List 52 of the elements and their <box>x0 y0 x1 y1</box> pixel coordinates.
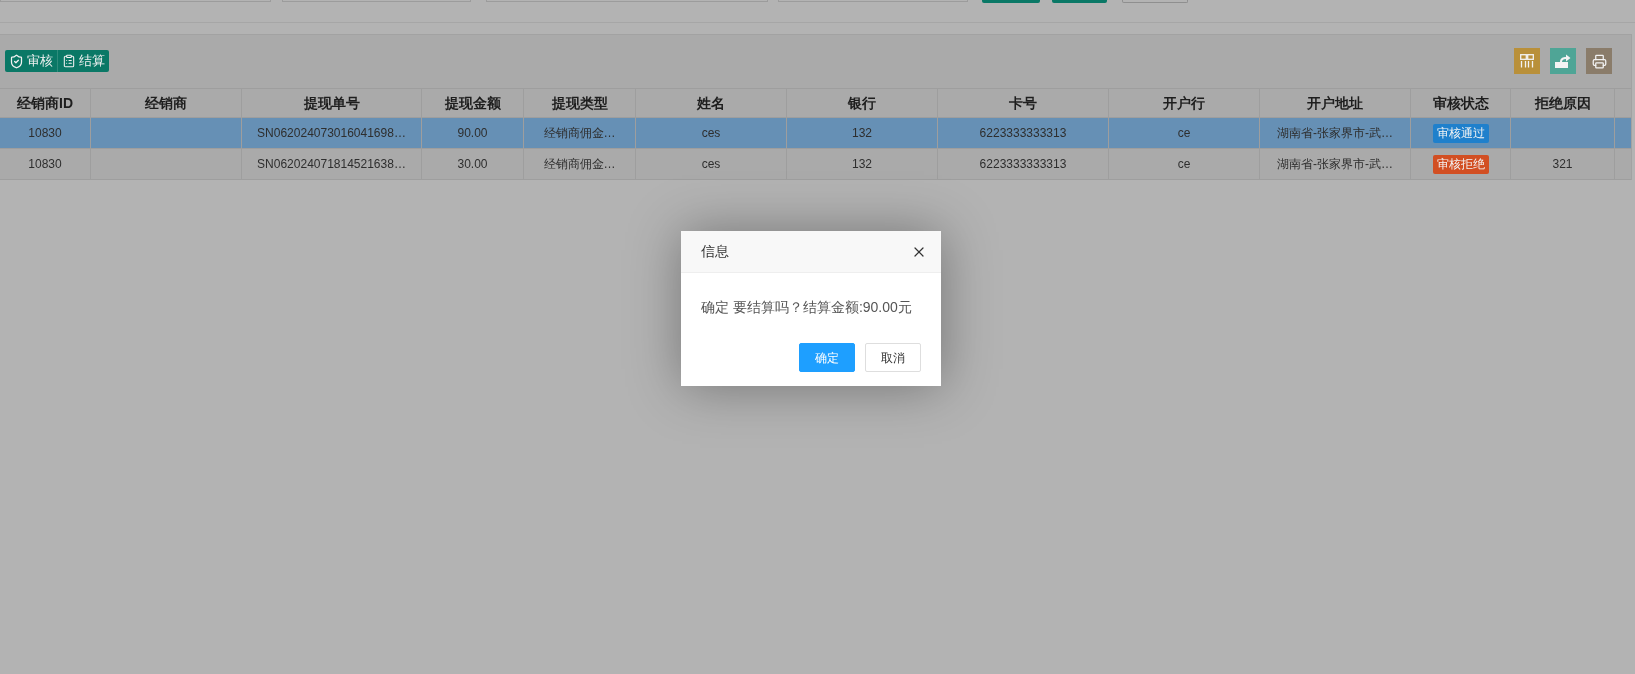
column-header: 开户行 <box>1109 89 1260 117</box>
form-button[interactable] <box>1122 0 1188 3</box>
status-badge: 审核拒绝 <box>1432 154 1489 174</box>
table-cell: 30.00 <box>422 149 524 179</box>
column-header: 提现金额 <box>422 89 524 117</box>
table-cell: 经销商佣金… <box>524 149 636 179</box>
table-cell: ces <box>636 118 787 148</box>
table-cell: 经销商佣金… <box>524 118 636 148</box>
dialog-title: 信息 <box>701 242 729 261</box>
table-cell: SN062024073016041698… <box>242 118 422 148</box>
columns-icon <box>1520 54 1534 68</box>
table-cell: 湖南省-张家界市-武… <box>1260 118 1411 148</box>
column-header: 卡号 <box>938 89 1109 117</box>
table-cell: 132 <box>787 149 938 179</box>
table-cell: ce <box>1109 118 1260 148</box>
tool-button[interactable] <box>1586 48 1612 74</box>
dialog-button[interactable]: 确定 <box>799 343 855 372</box>
form-button[interactable] <box>982 0 1040 3</box>
toolbar-button[interactable]: 结算 <box>57 50 109 72</box>
export-icon <box>1555 54 1571 68</box>
dialog-button[interactable]: 取消 <box>865 343 921 372</box>
column-header: 审核状态 <box>1411 89 1511 117</box>
column-header: 提现单号 <box>242 89 422 117</box>
table-cell: ces <box>636 149 787 179</box>
column-header: 开户地址 <box>1260 89 1411 117</box>
table-cell: 6223333333313 <box>938 149 1109 179</box>
column-header: 银行 <box>787 89 938 117</box>
column-header: 姓名 <box>636 89 787 117</box>
table-cell: 132 <box>787 118 938 148</box>
table-cell: 湖南省-张家界市-武… <box>1260 149 1411 179</box>
column-header: 经销商 <box>91 89 242 117</box>
table-cell: 10830 <box>0 149 91 179</box>
table-cell: 10830 <box>0 118 91 148</box>
tool-button[interactable] <box>1514 48 1540 74</box>
column-header: 经销商ID <box>0 89 91 117</box>
clipboard-icon <box>62 54 76 68</box>
tool-button[interactable] <box>1550 48 1576 74</box>
table-cell: 321 <box>1511 149 1615 179</box>
table-cell: SN062024071814521638… <box>242 149 422 179</box>
column-header: 拒绝原因 <box>1511 89 1615 117</box>
table-cell: 90.00 <box>422 118 524 148</box>
shield-check-icon <box>9 53 24 69</box>
toolbar-button[interactable]: 审核 <box>5 50 57 72</box>
form-button[interactable] <box>1052 0 1107 3</box>
table-row[interactable]: 10830 SN062024073016041698… 90.00 经销商佣金… ces 132 6223333333313 ce 湖南省-张家界市-武… 审核通过 <box>0 118 1631 149</box>
dialog-message: 确定 要结算吗？结算金额:90.00元 <box>701 299 912 315</box>
table-row[interactable]: 10830 SN062024071814521638… 30.00 经销商佣金… ces 132 6223333333313 ce 湖南省-张家界市-武… 审核拒绝 321 <box>0 149 1631 180</box>
table-cell: 6223333333313 <box>938 118 1109 148</box>
column-header: 提现类型 <box>524 89 636 117</box>
table-cell: ce <box>1109 149 1260 179</box>
status-badge: 审核通过 <box>1432 123 1489 143</box>
print-icon <box>1591 53 1607 69</box>
